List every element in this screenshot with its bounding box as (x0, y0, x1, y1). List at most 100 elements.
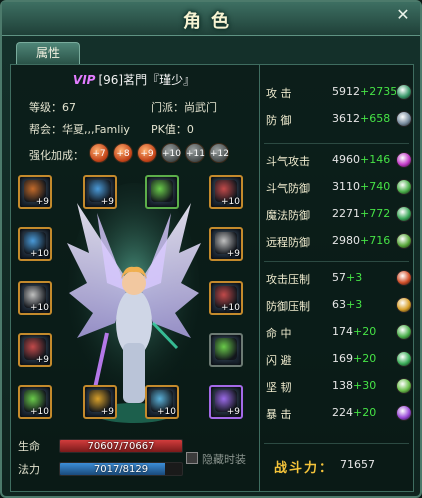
stat-base: 174 (332, 325, 353, 338)
equipment-slot[interactable]: +10 (18, 281, 52, 315)
stat-bonus: +658 (360, 112, 391, 125)
enhance-label: 强化加成： (29, 149, 84, 162)
stat-base: 4960 (332, 153, 360, 166)
stat-bonus: +2735 (360, 85, 398, 98)
power-divider (264, 443, 409, 444)
equipment-slot[interactable]: +10 (145, 385, 179, 419)
equipment-slot[interactable]: +10 (209, 281, 243, 315)
stat-value: 57+3 (332, 271, 362, 284)
enhance-orb[interactable]: +12 (209, 143, 229, 163)
stat-row: 魔法防御 2271+772 (266, 206, 412, 223)
stat-value: 4960+146 (332, 153, 390, 166)
stat-label: 防御压制 (266, 300, 310, 313)
stat-row: 斗气防御 3110+740 (266, 179, 412, 196)
window-title: 角色 (183, 11, 239, 32)
stat-row: 攻击压制 57+3 (266, 270, 412, 287)
equipment-slot[interactable] (209, 333, 243, 367)
equipment-slot[interactable]: +9 (18, 333, 52, 367)
character-name: [96]茗門『瑾少』 (98, 73, 196, 87)
equipment-slot[interactable] (145, 175, 179, 209)
equipment-slot[interactable]: +9 (209, 227, 243, 261)
equipment-slot[interactable]: +9 (209, 385, 243, 419)
stat-icon[interactable] (396, 206, 412, 222)
stat-row: 闪 避 169+20 (266, 351, 412, 368)
stat-bonus: +146 (360, 153, 391, 166)
stat-icon[interactable] (396, 152, 412, 168)
stat-bonus: +30 (353, 379, 377, 392)
stat-base: 57 (332, 271, 346, 284)
stat-label: 攻 击 (266, 87, 292, 100)
stat-row: 攻 击 5912+2735 (266, 84, 412, 101)
enhance-level: +9 (35, 197, 49, 207)
stat-icon[interactable] (396, 233, 412, 249)
hp-label: 生命 (18, 440, 40, 453)
equipment-slot[interactable]: +10 (18, 227, 52, 261)
character-window: 角色 ✕ 属性 VIP [96]茗門『瑾少』 等级：67 门派：尚武门 帮会：华夏… (0, 0, 422, 498)
enhance-level: +9 (35, 355, 49, 365)
stat-bonus: +772 (360, 207, 391, 220)
stat-icon[interactable] (396, 297, 412, 313)
enhance-orb[interactable]: +11 (185, 143, 205, 163)
enhance-level: +9 (100, 407, 114, 417)
enhance-level: +10 (157, 407, 176, 417)
enhance-orb[interactable]: +9 (137, 143, 157, 163)
close-button[interactable]: ✕ (392, 4, 414, 26)
character-panel: VIP [96]茗門『瑾少』 等级：67 门派：尚武门 帮会：华夏,,,Famli… (11, 65, 257, 491)
title-bar[interactable]: 角色 ✕ (2, 2, 420, 36)
vip-badge: VIP (72, 73, 96, 87)
stat-icon[interactable] (396, 84, 412, 100)
stat-label: 斗气防御 (266, 182, 310, 195)
equipment-slot[interactable]: +9 (83, 385, 117, 419)
enhance-level: +10 (221, 197, 240, 207)
stat-row: 坚 韧 138+30 (266, 378, 412, 395)
stat-label: 暴 击 (266, 408, 292, 421)
stat-icon[interactable] (396, 111, 412, 127)
stat-icon[interactable] (396, 324, 412, 340)
stat-label: 斗气攻击 (266, 155, 310, 168)
enhance-level: +9 (226, 407, 240, 417)
stats-panel: 攻 击 5912+2735 防 御 3612+658 斗气攻击 4960+146 斗气防御 3… (259, 65, 413, 491)
stat-label: 命 中 (266, 327, 292, 340)
enhance-level: +9 (100, 197, 114, 207)
stat-icon[interactable] (396, 378, 412, 394)
stat-value: 224+20 (332, 406, 376, 419)
enhance-level: +10 (30, 303, 49, 313)
stat-base: 3612 (332, 112, 360, 125)
equipment-slot[interactable]: +9 (83, 175, 117, 209)
mp-bar: 7017/8129 (59, 462, 183, 476)
stat-icon[interactable] (396, 405, 412, 421)
guild-text: 帮会：华夏,,,Famliy (29, 123, 130, 136)
equipment-slot[interactable]: +9 (18, 175, 52, 209)
stat-base: 224 (332, 406, 353, 419)
enhance-level: +9 (226, 249, 240, 259)
pk-text: PK值：0 (151, 123, 194, 136)
equipment-slot[interactable]: +10 (18, 385, 52, 419)
stat-row: 防 御 3612+658 (266, 111, 412, 128)
stat-base: 2271 (332, 207, 360, 220)
enhance-orb[interactable]: +10 (161, 143, 181, 163)
stat-label: 闪 避 (266, 354, 292, 367)
stat-value: 174+20 (332, 325, 376, 338)
equipment-item-icon (215, 338, 237, 360)
stat-bonus: +20 (353, 325, 377, 338)
stat-value: 3612+658 (332, 112, 390, 125)
equipment-slot[interactable]: +10 (209, 175, 243, 209)
stat-value: 3110+740 (332, 180, 390, 193)
stat-icon[interactable] (396, 179, 412, 195)
stat-icon[interactable] (396, 351, 412, 367)
stat-row: 暴 击 224+20 (266, 405, 412, 422)
enhance-orb[interactable]: +8 (113, 143, 133, 163)
content-panel: VIP [96]茗門『瑾少』 等级：67 门派：尚武门 帮会：华夏,,,Famli… (10, 64, 414, 492)
stat-value: 169+20 (332, 352, 376, 365)
tab-attributes[interactable]: 属性 (16, 42, 80, 64)
stat-row: 远程防御 2980+716 (266, 233, 412, 250)
stat-label: 坚 韧 (266, 381, 292, 394)
stat-icon[interactable] (396, 270, 412, 286)
stat-bonus: +716 (360, 234, 391, 247)
stat-value: 5912+2735 (332, 85, 397, 98)
enhance-orb[interactable]: +7 (89, 143, 109, 163)
hide-fashion-checkbox[interactable] (186, 452, 198, 464)
hp-value: 70607/70667 (87, 441, 155, 452)
sect-text: 门派：尚武门 (151, 101, 217, 114)
stat-bonus: +20 (353, 352, 377, 365)
